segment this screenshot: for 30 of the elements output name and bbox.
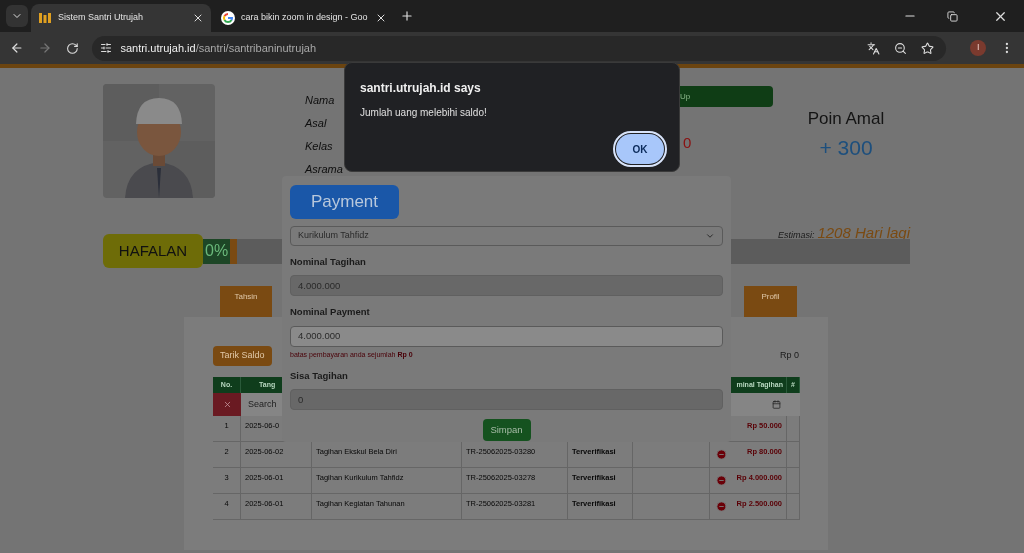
- tab-title: Sistem Santri Utrujah: [58, 11, 145, 25]
- url-text: santri.utrujah.id/santri/santribaninutrujah: [120, 40, 318, 56]
- profile-label: Nama: [305, 93, 335, 108]
- points-value: + 300: [819, 134, 873, 161]
- balance-digit: 0: [683, 133, 693, 153]
- bill-select[interactable]: Kurikulum Tahfidz: [290, 226, 723, 246]
- ok-button[interactable]: OK: [616, 134, 664, 164]
- amount-field[interactable]: 4.000.000: [290, 325, 723, 347]
- field-label: Nominal Payment: [290, 305, 371, 320]
- address-bar[interactable]: santri.utrujah.id/santri/santribaninutrujah: [92, 35, 947, 61]
- profile-avatar[interactable]: I: [970, 40, 987, 56]
- payment-title-button[interactable]: Payment: [290, 185, 399, 219]
- balance-amount: Rp 0: [780, 349, 799, 363]
- profile-label: Kelas: [305, 139, 333, 154]
- profile-label: Asal: [305, 116, 327, 131]
- field-label: Nominal Tagihan: [290, 255, 367, 269]
- save-button[interactable]: Simpan: [482, 419, 531, 442]
- menu-tab[interactable]: Tahsin: [220, 286, 272, 317]
- points-label: Poin Amal: [807, 108, 885, 130]
- tab-title: cara bikin zoom in design - Goo: [241, 11, 369, 25]
- estimate-label: Estimasi:: [777, 229, 815, 242]
- withdraw-button[interactable]: Tarik Saldo: [213, 346, 272, 366]
- profile-label: Asrama: [305, 162, 343, 177]
- browser-tab[interactable]: Sistem Santri Utrujah: [31, 4, 211, 32]
- hafalan-percent: 0%: [203, 238, 231, 264]
- menu-tab[interactable]: Profil: [744, 286, 797, 317]
- hafalan-label: HAFALAN: [103, 234, 203, 268]
- browser-tab[interactable]: cara bikin zoom in design - Goo: [214, 4, 394, 32]
- alert-message: Jumlah uang melebihi saldo!: [360, 106, 488, 120]
- alert-title: santri.utrujah.id says: [360, 80, 482, 97]
